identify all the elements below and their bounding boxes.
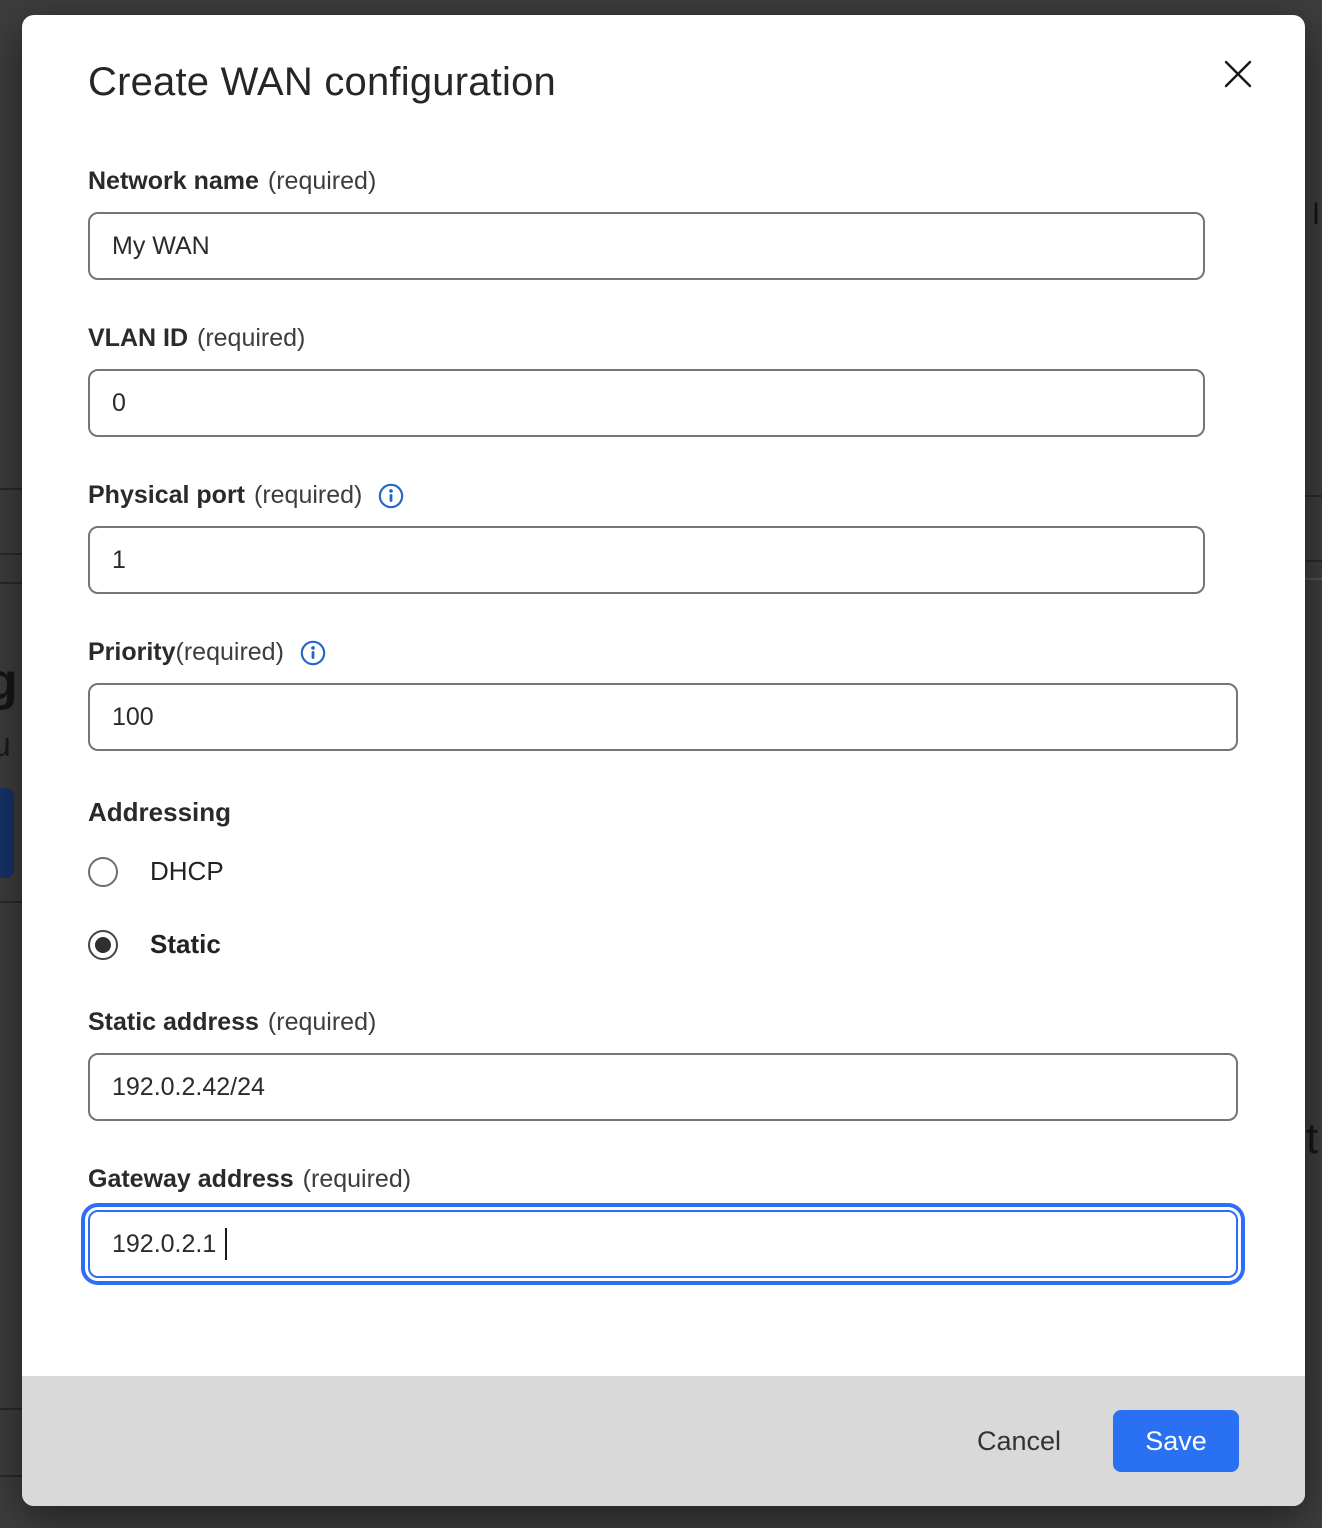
static-address-label: Static address bbox=[88, 1008, 259, 1037]
vlan-id-input[interactable] bbox=[88, 369, 1205, 437]
backdrop-divider bbox=[1304, 495, 1322, 497]
backdrop-text-fragment: g bbox=[0, 652, 18, 712]
network-name-input[interactable] bbox=[88, 212, 1205, 280]
static-address-field-group: Static address (required) bbox=[88, 1008, 1239, 1121]
physical-port-field-group: Physical port (required) bbox=[88, 481, 1239, 594]
backdrop-divider bbox=[0, 901, 22, 903]
create-wan-dialog: Create WAN configuration Network name (r… bbox=[22, 15, 1305, 1506]
info-icon[interactable] bbox=[378, 483, 404, 509]
radio-dhcp-label[interactable]: DHCP bbox=[150, 856, 224, 887]
backdrop-divider bbox=[1304, 578, 1322, 580]
physical-port-input[interactable] bbox=[88, 526, 1205, 594]
priority-input[interactable] bbox=[88, 683, 1238, 751]
backdrop-text-fragment: t bbox=[1306, 1114, 1318, 1164]
radio-dhcp[interactable]: DHCP bbox=[88, 856, 1239, 887]
radio-circle-icon[interactable] bbox=[88, 857, 118, 887]
required-hint: (required) bbox=[268, 167, 376, 196]
addressing-section: Addressing DHCP Static bbox=[88, 797, 1239, 960]
backdrop-divider bbox=[0, 553, 22, 555]
dialog-footer: Cancel Save bbox=[22, 1376, 1305, 1506]
priority-field-group: Priority (required) bbox=[88, 638, 1239, 751]
radio-circle-icon[interactable] bbox=[88, 930, 118, 960]
gateway-address-label: Gateway address bbox=[88, 1165, 294, 1194]
required-hint: (required) bbox=[254, 481, 362, 510]
text-caret bbox=[225, 1228, 227, 1260]
gateway-address-input[interactable] bbox=[88, 1210, 1238, 1278]
network-name-label: Network name bbox=[88, 167, 259, 196]
vlan-id-field-group: VLAN ID (required) bbox=[88, 324, 1239, 437]
backdrop-divider bbox=[0, 488, 22, 490]
dialog-title: Create WAN configuration bbox=[88, 59, 1239, 105]
required-hint: (required) bbox=[197, 324, 305, 353]
required-hint: (required) bbox=[303, 1165, 411, 1194]
vlan-id-label: VLAN ID bbox=[88, 324, 188, 353]
radio-static[interactable]: Static bbox=[88, 929, 1239, 960]
radio-static-label[interactable]: Static bbox=[150, 929, 221, 960]
backdrop-divider bbox=[0, 1475, 22, 1477]
static-address-input[interactable] bbox=[88, 1053, 1238, 1121]
cancel-button[interactable]: Cancel bbox=[977, 1426, 1061, 1457]
backdrop-dimmed-button bbox=[0, 788, 14, 878]
gateway-address-input-wrapper bbox=[88, 1210, 1238, 1278]
close-icon[interactable] bbox=[1215, 51, 1261, 97]
required-hint: (required) bbox=[268, 1008, 376, 1037]
network-name-field-group: Network name (required) bbox=[88, 167, 1239, 280]
backdrop-divider bbox=[0, 1408, 22, 1410]
save-button[interactable]: Save bbox=[1113, 1410, 1239, 1472]
backdrop-divider bbox=[1304, 560, 1322, 562]
gateway-address-field-group: Gateway address (required) bbox=[88, 1165, 1239, 1278]
info-icon[interactable] bbox=[300, 640, 326, 666]
backdrop-divider bbox=[0, 582, 22, 584]
addressing-heading: Addressing bbox=[88, 797, 1239, 828]
required-hint: (required) bbox=[176, 638, 284, 667]
backdrop-text-fragment: u bbox=[0, 726, 11, 765]
physical-port-label: Physical port bbox=[88, 481, 245, 510]
priority-label: Priority bbox=[88, 638, 176, 667]
